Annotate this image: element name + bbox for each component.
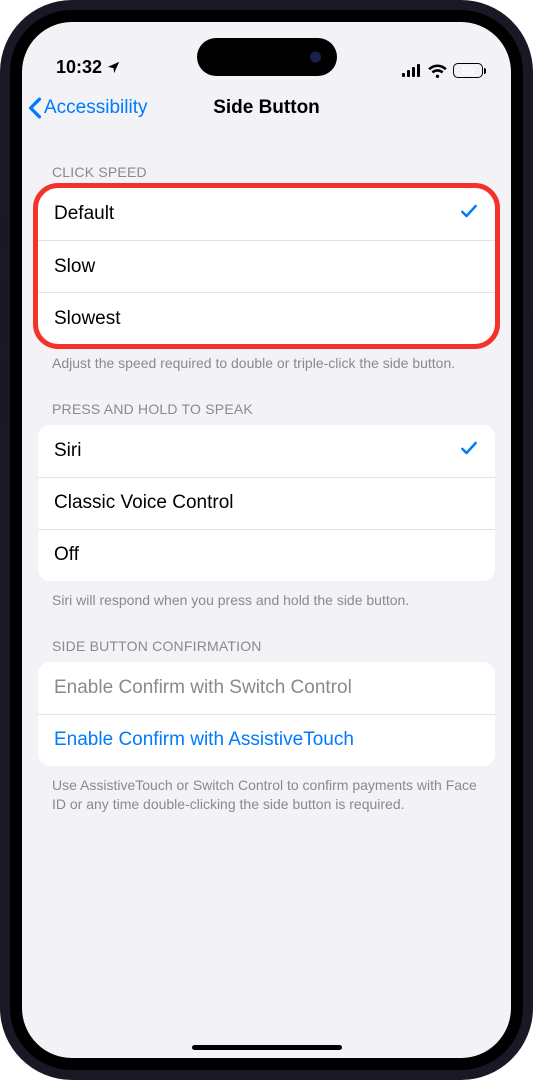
phone-frame: 10:32	[0, 0, 533, 1080]
button-label: Enable Confirm with AssistiveTouch	[54, 729, 354, 751]
checkmark-icon	[459, 438, 479, 464]
page-title: Side Button	[213, 97, 320, 119]
option-label: Classic Voice Control	[54, 492, 234, 514]
click-speed-option-default[interactable]: Default	[38, 188, 495, 240]
press-hold-option-off[interactable]: Off	[38, 529, 495, 581]
section-header-press-hold: PRESS AND HOLD TO SPEAK	[52, 401, 495, 417]
chevron-left-icon	[28, 97, 42, 119]
home-indicator[interactable]	[192, 1045, 342, 1050]
section-header-click-speed: CLICK SPEED	[52, 164, 495, 180]
click-speed-option-slowest[interactable]: Slowest	[38, 292, 495, 344]
option-label: Slowest	[54, 308, 121, 330]
dynamic-island	[197, 38, 337, 76]
nav-bar: Accessibility Side Button	[22, 80, 511, 136]
button-label: Enable Confirm with Switch Control	[54, 677, 352, 699]
battery-percent: 95	[462, 65, 474, 77]
checkmark-icon	[459, 201, 479, 227]
option-label: Default	[54, 203, 114, 225]
enable-assistivetouch-button[interactable]: Enable Confirm with AssistiveTouch	[38, 714, 495, 766]
cellular-icon	[402, 64, 422, 77]
press-hold-group: Siri Classic Voice Control Off	[38, 425, 495, 581]
click-speed-group: Default Slow Slowest	[38, 188, 495, 344]
section-header-confirmation: SIDE BUTTON CONFIRMATION	[52, 638, 495, 654]
screen: 10:32	[10, 10, 523, 1070]
location-icon	[106, 60, 121, 75]
press-hold-option-classic[interactable]: Classic Voice Control	[38, 477, 495, 529]
option-label: Siri	[54, 440, 81, 462]
back-button[interactable]: Accessibility	[28, 80, 147, 136]
confirmation-group: Enable Confirm with Switch Control Enabl…	[38, 662, 495, 766]
mute-switch	[0, 215, 1, 251]
content-area: CLICK SPEED Default Slow Slowest Adjust …	[22, 136, 511, 1038]
option-label: Off	[54, 544, 79, 566]
volume-down-button	[0, 360, 1, 430]
enable-switch-control-button[interactable]: Enable Confirm with Switch Control	[38, 662, 495, 714]
section-footer-confirmation: Use AssistiveTouch or Switch Control to …	[52, 776, 481, 814]
option-label: Slow	[54, 256, 95, 278]
press-hold-option-siri[interactable]: Siri	[38, 425, 495, 477]
battery-indicator: 95	[453, 63, 483, 78]
wifi-icon	[428, 64, 447, 78]
volume-up-button	[0, 275, 1, 345]
click-speed-option-slow[interactable]: Slow	[38, 240, 495, 292]
back-label: Accessibility	[44, 97, 147, 119]
section-footer-press-hold: Siri will respond when you press and hol…	[52, 591, 481, 610]
status-time: 10:32	[56, 57, 102, 78]
section-footer-click-speed: Adjust the speed required to double or t…	[52, 354, 481, 373]
